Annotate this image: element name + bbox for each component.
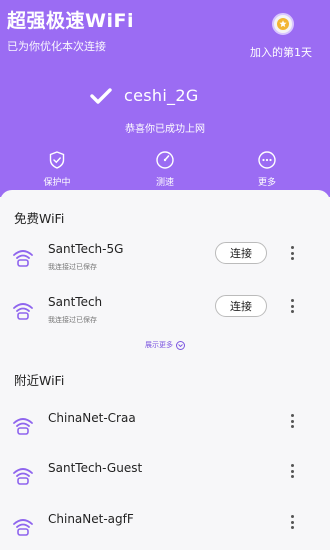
connection-message: 恭喜你已成功上网 bbox=[125, 124, 205, 135]
wifi-lock-icon bbox=[13, 468, 33, 485]
list-item[interactable]: SantTech-Guest bbox=[0, 458, 330, 498]
action-more[interactable]: 更多 bbox=[237, 150, 297, 188]
header: 超强极速WiFi 已为你优化本次连接 加入的第1天 ceshi_2G 恭喜你已成… bbox=[0, 0, 330, 197]
more-vertical-icon[interactable] bbox=[286, 513, 298, 531]
list-item[interactable]: ChinaNet-Craa bbox=[0, 408, 330, 448]
wifi-name: SantTech-Guest bbox=[48, 461, 143, 475]
list-item[interactable]: SantTech-5G 我连接过已保存 连接 bbox=[0, 240, 330, 280]
shield-check-icon bbox=[49, 151, 65, 169]
wifi-lock-icon bbox=[13, 303, 33, 320]
wifi-panel: 免费WiFi SantTech-5G 我连接过已保存 连接 SantTech 我… bbox=[0, 190, 330, 550]
action-more-label: 更多 bbox=[257, 178, 276, 188]
connect-button[interactable]: 连接 bbox=[215, 242, 267, 264]
more-vertical-icon[interactable] bbox=[286, 297, 298, 315]
speedometer-icon bbox=[156, 151, 174, 169]
wifi-saved-note: 我连接过已保存 bbox=[48, 263, 97, 271]
quick-actions: 保护中 测速 更多 bbox=[0, 150, 330, 190]
action-protect[interactable]: 保护中 bbox=[27, 150, 87, 188]
wifi-name: SantTech-5G bbox=[48, 242, 124, 256]
show-more-label: 展示更多 bbox=[145, 341, 173, 349]
more-vertical-icon[interactable] bbox=[286, 462, 298, 480]
check-icon bbox=[90, 87, 112, 105]
nearby-wifi-title: 附近WiFi bbox=[14, 373, 65, 388]
wifi-name: SantTech bbox=[48, 295, 103, 309]
action-speedtest[interactable]: 测速 bbox=[135, 150, 195, 188]
show-more-link[interactable]: 展示更多 bbox=[0, 340, 330, 350]
more-vertical-icon[interactable] bbox=[286, 244, 298, 262]
action-protect-label: 保护中 bbox=[43, 178, 71, 188]
more-icon bbox=[258, 151, 276, 169]
more-vertical-icon[interactable] bbox=[286, 412, 298, 430]
list-item[interactable]: ChinaNet-agfF bbox=[0, 509, 330, 549]
wifi-lock-icon bbox=[13, 519, 33, 536]
joined-days-label: 加入的第1天 bbox=[250, 46, 312, 59]
app-title: 超强极速WiFi bbox=[7, 10, 134, 32]
app-subtitle: 已为你优化本次连接 bbox=[7, 40, 106, 53]
wifi-name: ChinaNet-Craa bbox=[48, 411, 136, 425]
action-speedtest-label: 测速 bbox=[155, 178, 174, 188]
wifi-lock-icon bbox=[13, 250, 33, 267]
chevron-down-icon bbox=[176, 340, 185, 350]
connection-status: ceshi_2G bbox=[90, 86, 199, 105]
wifi-name: ChinaNet-agfF bbox=[48, 512, 134, 526]
connect-button[interactable]: 连接 bbox=[215, 295, 267, 317]
medal-star-icon[interactable] bbox=[272, 13, 294, 35]
list-item[interactable]: SantTech 我连接过已保存 连接 bbox=[0, 293, 330, 333]
free-wifi-title: 免费WiFi bbox=[14, 211, 65, 226]
wifi-saved-note: 我连接过已保存 bbox=[48, 316, 97, 324]
connected-ssid: ceshi_2G bbox=[124, 86, 199, 105]
wifi-lock-icon bbox=[13, 418, 33, 435]
